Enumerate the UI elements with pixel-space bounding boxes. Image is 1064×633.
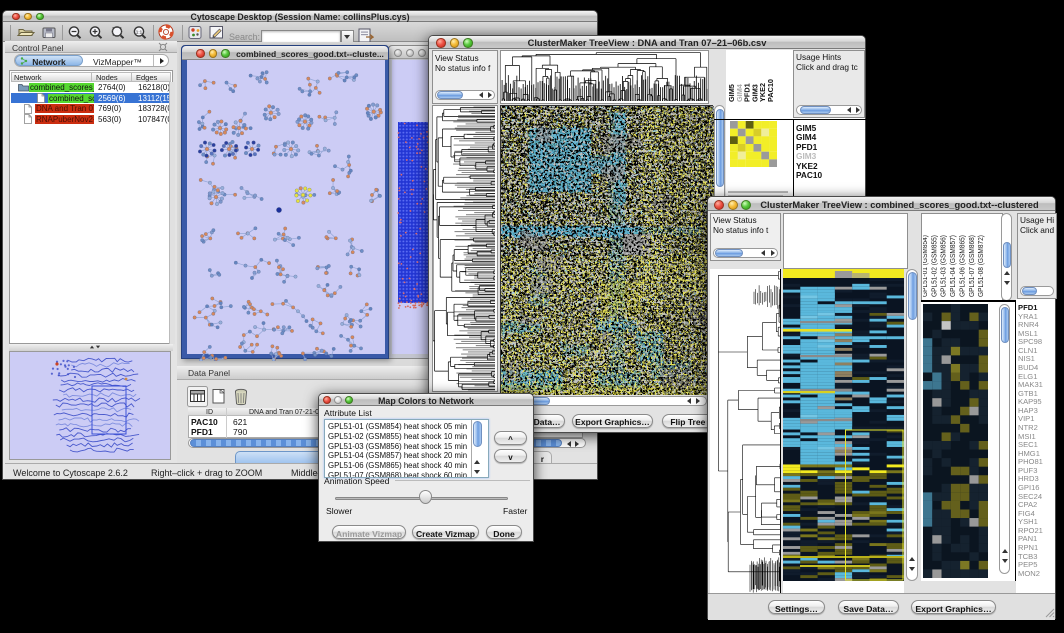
svg-text:GPL51-08 (GSM872): GPL51-08 (GSM872) <box>978 235 985 297</box>
svg-text:PAC10: PAC10 <box>766 79 775 102</box>
svg-text:GPL51-07 (GSM868): GPL51-07 (GSM868) <box>969 235 976 297</box>
svg-text:1:1: 1:1 <box>136 30 143 35</box>
svg-text:GPL51-01 (GSM854): GPL51-01 (GSM854) <box>923 235 929 297</box>
svg-text:GPL51-02 (GSM855): GPL51-02 (GSM855) <box>931 235 938 297</box>
svg-text:GPL51-04 (GSM857): GPL51-04 (GSM857) <box>950 235 957 297</box>
svg-text:GPL51-03 (GSM856): GPL51-03 (GSM856) <box>941 235 948 297</box>
svg-text:GPL51-06 (GSM865): GPL51-06 (GSM865) <box>959 235 966 297</box>
